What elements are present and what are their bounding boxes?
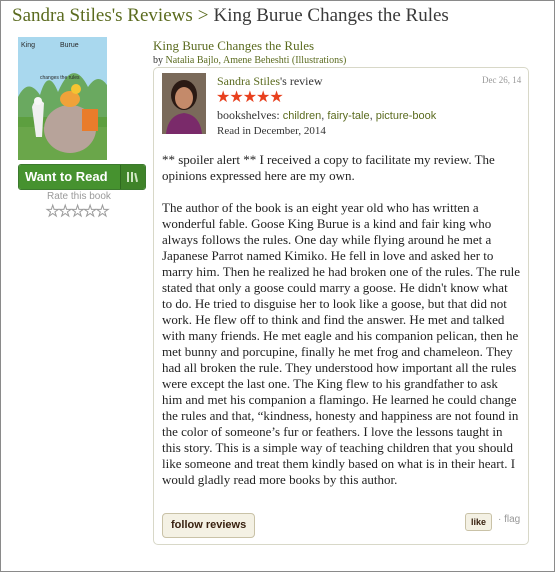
reviews-link[interactable]: Sandra Stiles's Reviews (12, 5, 193, 26)
review-date[interactable]: Dec 26, 14 (482, 75, 521, 85)
byline: by Natalia Bajlo, Amene Beheshti (Illust… (153, 55, 346, 66)
cover-text-king: King (21, 42, 35, 49)
review-paragraph: ** spoiler alert ** I received a copy to… (162, 152, 495, 183)
like-button[interactable]: like (465, 513, 493, 531)
shelf-link-children[interactable]: children (283, 110, 322, 122)
review-text: ** spoiler alert ** I received a copy to… (162, 152, 520, 504)
read-date: Read in December, 2014 (217, 125, 326, 137)
want-to-read-button[interactable]: Want to Read (18, 164, 146, 190)
shelf-link-fairy-tale[interactable]: fairy-tale (327, 110, 369, 122)
follow-reviews-button[interactable]: follow reviews (162, 513, 256, 538)
review-paragraph: The author of the book is an eight year … (162, 200, 520, 487)
authors-link[interactable]: Natalia Bajlo, Amene Beheshti (166, 55, 290, 66)
cover-text-subtitle: changes the rules (40, 75, 80, 81)
want-to-read-label: Want to Read (19, 165, 120, 189)
rate-stars[interactable]: ★★★★★ (45, 202, 109, 221)
reviewer-avatar[interactable] (162, 73, 206, 134)
bookshelves-label: bookshelves: (217, 108, 280, 122)
bookshelves: bookshelves: children, fairy-tale, pictu… (217, 108, 437, 122)
reviewer-name-link[interactable]: Sandra Stiles (217, 74, 280, 88)
review-suffix: 's review (280, 74, 323, 88)
shelf-link-picture-book[interactable]: picture-book (376, 110, 437, 122)
cover-text-burue: Burue (60, 42, 79, 49)
book-cover[interactable]: King Burue changes the rules (18, 37, 107, 160)
rate-this-book-label: Rate this book (47, 191, 111, 202)
book-title-link[interactable]: King Burue Changes the Rules (153, 38, 314, 54)
illustrations-label: (Illustrations) (291, 55, 347, 66)
page-title: Sandra Stiles's Reviews > King Burue Chang… (12, 5, 449, 27)
shelf-dropdown-icon[interactable] (120, 165, 145, 189)
flag-label[interactable]: flag (504, 514, 520, 525)
rating-stars: ★★★★★ (216, 89, 284, 106)
by-label: by (153, 55, 163, 66)
flag-link: · flag (498, 514, 520, 525)
dot-separator: · (498, 514, 502, 525)
current-book-title: King Burue Changes the Rules (213, 5, 449, 26)
breadcrumb-separator: > (197, 5, 209, 26)
